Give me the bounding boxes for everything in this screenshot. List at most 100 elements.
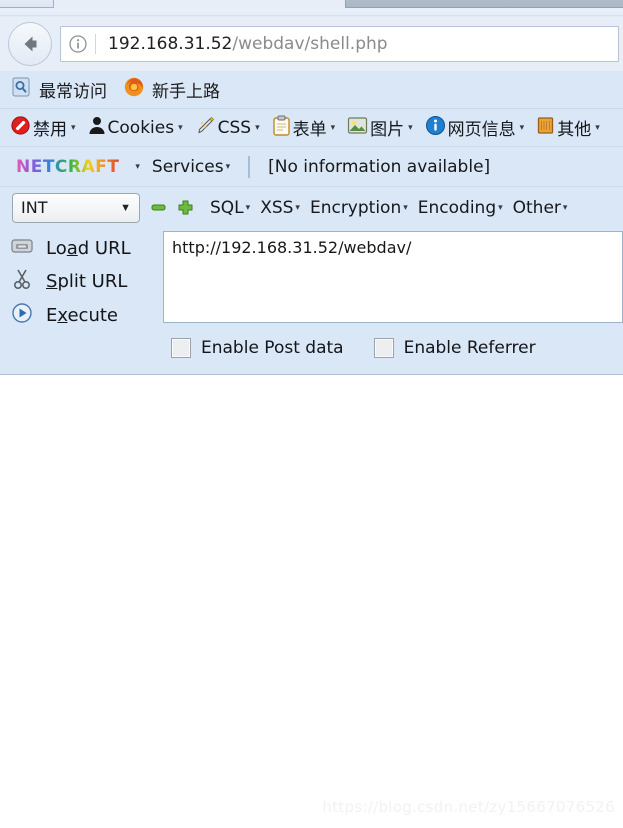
chevron-down-icon: ▾: [403, 202, 408, 213]
hackbar-url-textarea[interactable]: http://192.168.31.52/webdav/: [163, 231, 623, 323]
info-circle-icon[interactable]: [61, 34, 95, 54]
hackbar-encryption-menu[interactable]: Encryption ▾: [310, 198, 408, 218]
tab-inactive[interactable]: [345, 0, 623, 8]
page-info-icon: [425, 115, 446, 141]
chevron-down-icon: ▾: [71, 122, 76, 132]
webdev-label: 禁用: [33, 120, 67, 140]
url-input[interactable]: 192.168.31.52/webdav/shell.php: [96, 34, 388, 54]
webdev-css-menu[interactable]: CSS ▾: [191, 115, 264, 141]
netcraft-logo-button[interactable]: NETCRAFT: [14, 155, 121, 179]
webdev-cookies-menu[interactable]: Cookies ▾: [84, 115, 187, 140]
hackbar-other-menu[interactable]: Other ▾: [513, 198, 568, 218]
hackbar-encoding-menu[interactable]: Encoding ▾: [418, 198, 503, 218]
navigation-toolbar: 192.168.31.52/webdav/shell.php: [0, 17, 623, 71]
netcraft-toolbar: NETCRAFT ▾ Services ▾ [No information av…: [0, 147, 623, 187]
hackbar-action-list: Load URL Split URL Execute: [0, 228, 163, 336]
webdev-label: Cookies: [107, 117, 175, 138]
minus-green-icon[interactable]: [150, 199, 167, 216]
webdev-forms-menu[interactable]: 表单 ▾: [268, 115, 340, 141]
cookies-person-icon: [88, 115, 106, 140]
load-url-label: Load URL: [46, 238, 131, 260]
url-path: /webdav/shell.php: [232, 34, 388, 54]
execute-button[interactable]: Execute: [10, 299, 163, 331]
checkbox-box[interactable]: [373, 338, 394, 358]
chevron-down-icon: ▾: [225, 161, 231, 172]
hackbar-sql-menu[interactable]: SQL ▾: [210, 198, 250, 218]
split-url-button[interactable]: Split URL: [10, 266, 163, 298]
disable-icon: [10, 115, 31, 141]
forms-clipboard-icon: [272, 115, 291, 141]
chevron-down-icon: ▾: [330, 122, 336, 132]
netcraft-services-label: Services: [151, 156, 224, 177]
hackbar-type-value: INT: [21, 198, 48, 217]
watermark: https://blog.csdn.net/zy15667076526: [322, 798, 615, 816]
url-bar[interactable]: 192.168.31.52/webdav/shell.php: [60, 26, 619, 62]
chevron-down-icon[interactable]: ▾: [135, 161, 140, 172]
netcraft-services-menu[interactable]: Services ▾: [152, 157, 230, 177]
back-arrow-icon: [17, 31, 43, 57]
enable-post-data-checkbox[interactable]: Enable Post data: [171, 338, 344, 358]
webdev-pageinfo-menu[interactable]: 网页信息 ▾: [421, 115, 529, 141]
chevron-down-icon: ▾: [562, 202, 568, 213]
chevron-down-icon: ▾: [498, 202, 503, 213]
hackbar-options-row: Enable Post data Enable Referrer: [163, 327, 623, 369]
webdev-label: 网页信息: [447, 120, 516, 140]
netcraft-logo: NETCRAFT: [16, 156, 120, 177]
firefox-icon: [123, 76, 145, 103]
bookmark-getting-started[interactable]: 新手上路: [123, 76, 220, 103]
chevron-down-icon: ▾: [245, 202, 251, 213]
execute-play-icon: [10, 302, 34, 329]
hackbar-menu-row: INT ▼ SQL ▾ XSS ▾ Encryption ▾ Encoding …: [0, 187, 623, 228]
other-box-icon: [536, 115, 555, 140]
tab-strip: [0, 0, 623, 17]
load-url-icon: [10, 235, 34, 262]
chevron-down-icon: ▾: [519, 122, 525, 132]
tab-active[interactable]: [0, 0, 54, 8]
back-button[interactable]: [8, 22, 52, 66]
scissors-icon: [10, 268, 34, 295]
hackbar-xss-menu[interactable]: XSS ▾: [260, 198, 300, 218]
hackbar-url-value: http://192.168.31.52/webdav/: [172, 238, 412, 257]
bookmark-label: 新手上路: [152, 82, 220, 102]
enable-post-data-label: Enable Post data: [201, 338, 344, 358]
webdev-label: CSS: [217, 117, 252, 138]
checkbox-box[interactable]: [171, 338, 191, 358]
webdev-other-menu[interactable]: 其他 ▾: [532, 115, 604, 140]
hackbar-type-select[interactable]: INT ▼: [12, 192, 140, 223]
execute-label: Execute: [46, 304, 118, 326]
enable-referrer-checkbox[interactable]: Enable Referrer: [373, 338, 536, 358]
webdeveloper-toolbar: 禁用 ▾ Cookies ▾ CSS ▾ 表单 ▾ 图片 ▾ 网页信息 ▾ 其他…: [0, 109, 623, 147]
most-visited-icon: [10, 76, 32, 103]
load-url-button[interactable]: Load URL: [10, 233, 163, 265]
webdev-images-menu[interactable]: 图片 ▾: [343, 115, 417, 140]
chevron-down-icon: ▼: [120, 201, 131, 214]
enable-referrer-label: Enable Referrer: [403, 338, 536, 358]
netcraft-separator: [248, 155, 251, 178]
webdev-label: 表单: [292, 120, 327, 140]
chevron-down-icon: ▾: [408, 122, 413, 132]
browser-window: 192.168.31.52/webdav/shell.php 最常访问 新手上路…: [0, 0, 623, 828]
bookmarks-toolbar: 最常访问 新手上路: [0, 71, 623, 109]
chevron-down-icon: ▾: [255, 122, 260, 132]
webdev-label: 其他: [557, 120, 592, 140]
hackbar-panel: INT ▼ SQL ▾ XSS ▾ Encryption ▾ Encoding …: [0, 187, 623, 375]
chevron-down-icon: ▾: [178, 122, 183, 132]
css-pencil-icon: [195, 115, 216, 141]
url-host: 192.168.31.52: [108, 34, 233, 54]
split-url-label: Split URL: [46, 271, 128, 293]
chevron-down-icon: ▾: [295, 202, 300, 213]
webdev-disable-menu[interactable]: 禁用 ▾: [6, 115, 80, 141]
chevron-down-icon: ▾: [595, 122, 600, 132]
hackbar-menu-label: Encoding: [417, 197, 497, 218]
hackbar-menu-label: Encryption: [309, 197, 402, 218]
bookmark-label: 最常访问: [39, 82, 107, 102]
images-picture-icon: [347, 116, 368, 140]
hackbar-menu-label: Other: [512, 197, 561, 218]
webdev-label: 图片: [370, 120, 405, 140]
hackbar-menu-label: XSS: [260, 197, 294, 218]
plus-green-icon[interactable]: [177, 199, 194, 216]
hackbar-menu-label: SQL: [210, 197, 244, 218]
netcraft-risk-info: [No information available]: [268, 156, 491, 177]
bookmark-most-visited[interactable]: 最常访问: [10, 76, 107, 103]
page-content: https://blog.csdn.net/zy15667076526: [0, 376, 623, 828]
